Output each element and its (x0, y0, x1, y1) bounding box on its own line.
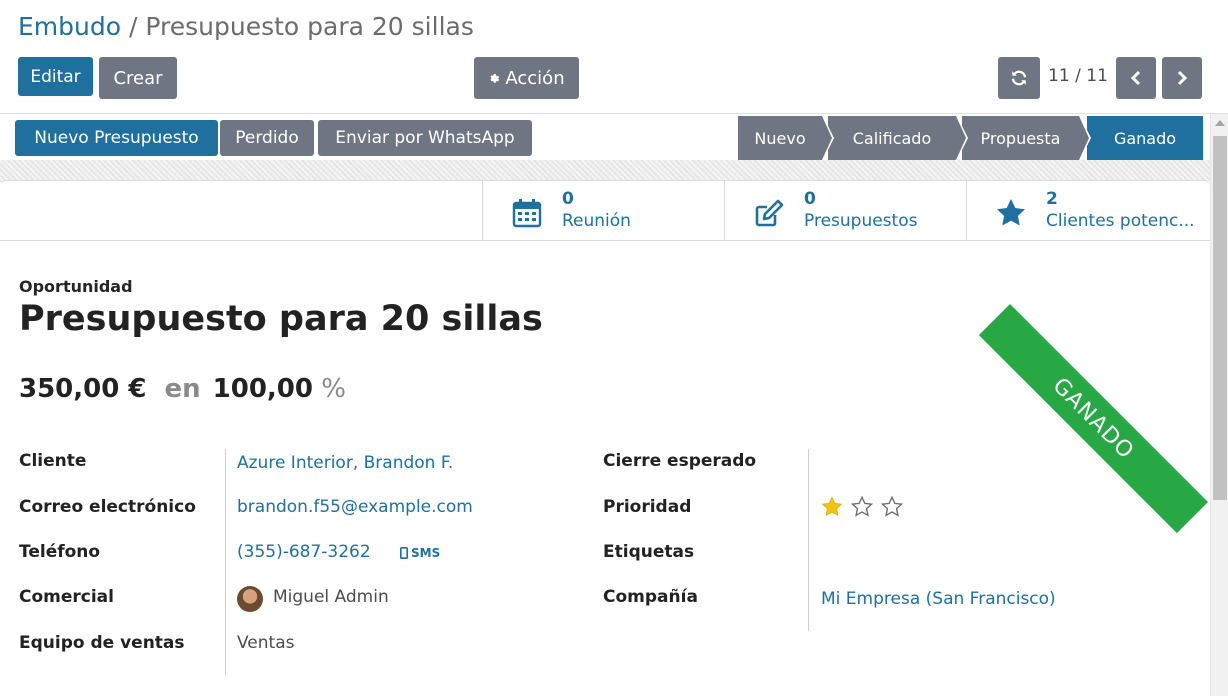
gear-icon (490, 74, 500, 83)
left-group-divider (225, 449, 226, 675)
meetings-label: Reunión (562, 211, 631, 231)
potential-clients-smart-button[interactable]: 2 Clientes potenc... (966, 181, 1208, 240)
chevron-right-icon (1177, 70, 1188, 86)
pager-value[interactable]: 11 / 11 (1048, 66, 1108, 86)
stage-separator (956, 116, 966, 160)
customer-field[interactable]: Azure Interior, Brandon F. (237, 453, 453, 473)
company-label: Compañía (603, 587, 698, 607)
opportunity-title: Presupuesto para 20 sillas (19, 299, 543, 339)
stage-pipeline: Nuevo Calificado Propuesta Ganado (738, 114, 1203, 162)
phone-label: Teléfono (19, 542, 101, 562)
scrollbar[interactable] (1210, 114, 1228, 696)
customer-label: Cliente (19, 451, 87, 471)
sms-button[interactable]: SMS (400, 546, 440, 560)
create-button[interactable]: Crear (99, 57, 177, 99)
edit-icon (755, 199, 784, 227)
action-dropdown-button[interactable]: Acción (474, 57, 579, 99)
breadcrumb-parent-link[interactable]: Embudo (18, 12, 121, 41)
expected-closing-field[interactable] (821, 451, 1121, 473)
breadcrumb: Embudo / Presupuesto para 20 sillas (18, 12, 474, 42)
stage-separator (822, 116, 832, 160)
salesperson-field[interactable]: Miguel Admin (273, 587, 389, 607)
refresh-icon (1011, 70, 1027, 86)
breadcrumb-separator: / (128, 12, 138, 41)
sales-team-field[interactable]: Ventas (237, 633, 294, 653)
star-empty-icon[interactable] (850, 495, 874, 519)
stage-nuevo[interactable]: Nuevo (738, 116, 822, 160)
salesperson-avatar (237, 586, 263, 612)
mobile-icon (400, 547, 408, 559)
priority-label: Prioridad (603, 497, 692, 517)
new-quotation-button[interactable]: Nuevo Presupuesto (15, 120, 218, 156)
sheet-background (0, 160, 1210, 182)
scroll-up-arrow[interactable] (1215, 120, 1225, 126)
scroll-thumb[interactable] (1213, 136, 1227, 500)
send-whatsapp-button[interactable]: Enviar por WhatsApp (318, 120, 532, 156)
sms-label: SMS (411, 546, 441, 560)
stage-propuesta[interactable]: Propuesta (962, 116, 1079, 160)
star-empty-icon[interactable] (880, 495, 904, 519)
won-ribbon: GANADO (978, 304, 1208, 534)
revenue-connector: en (164, 374, 201, 404)
refresh-button[interactable] (998, 57, 1040, 99)
potential-clients-count: 2 (1046, 189, 1058, 209)
edit-button[interactable]: Editar (18, 57, 93, 96)
tags-label: Etiquetas (603, 542, 695, 562)
form-sheet: 0 Reunión 0 Presupuestos 2 Clientes pote… (0, 180, 1210, 696)
company-field[interactable]: Mi Empresa (San Francisco) (821, 589, 1056, 609)
tags-field[interactable] (821, 542, 1121, 564)
priority-widget[interactable] (820, 495, 904, 519)
email-field[interactable]: brandon.f55@example.com (237, 497, 473, 517)
record-type-label: Oportunidad (19, 277, 133, 296)
star-filled-icon[interactable] (820, 495, 844, 519)
star-icon (997, 199, 1025, 226)
revenue-amount: 350,00 € (19, 374, 147, 404)
meetings-count: 0 (562, 189, 574, 209)
right-group-divider (808, 449, 809, 631)
potential-clients-label: Clientes potenc... (1046, 211, 1195, 231)
previous-record-button[interactable] (1116, 57, 1156, 99)
smart-button-box: 0 Reunión 0 Presupuestos 2 Clientes pote… (0, 181, 1210, 241)
salesperson-label: Comercial (19, 587, 114, 607)
control-panel: Embudo / Presupuesto para 20 sillas Edit… (0, 0, 1228, 114)
stage-ganado[interactable]: Ganado (1087, 116, 1203, 160)
sales-team-label: Equipo de ventas (19, 633, 185, 653)
probability-value: 100,00 (212, 374, 313, 404)
stage-separator (1079, 116, 1089, 160)
stage-calificado[interactable]: Calificado (828, 116, 956, 160)
quotations-label: Presupuestos (804, 211, 918, 231)
breadcrumb-current: Presupuesto para 20 sillas (145, 12, 474, 41)
chevron-left-icon (1130, 70, 1141, 86)
email-label: Correo electrónico (19, 497, 196, 517)
expected-revenue: 350,00 € en 100,00 % (19, 374, 346, 404)
expected-closing-label: Cierre esperado (603, 451, 757, 471)
quotations-smart-button[interactable]: 0 Presupuestos (724, 181, 966, 240)
calendar-icon (512, 199, 542, 228)
mark-lost-button[interactable]: Perdido (220, 120, 314, 156)
phone-field[interactable]: (355)-687-3262 (237, 542, 371, 562)
action-button-label: Acción (505, 67, 565, 89)
next-record-button[interactable] (1162, 57, 1202, 99)
probability-percent: % (321, 374, 346, 404)
statusbar: Nuevo Presupuesto Perdido Enviar por Wha… (0, 114, 1210, 162)
meetings-smart-button[interactable]: 0 Reunión (482, 181, 724, 240)
quotations-count: 0 (804, 189, 816, 209)
